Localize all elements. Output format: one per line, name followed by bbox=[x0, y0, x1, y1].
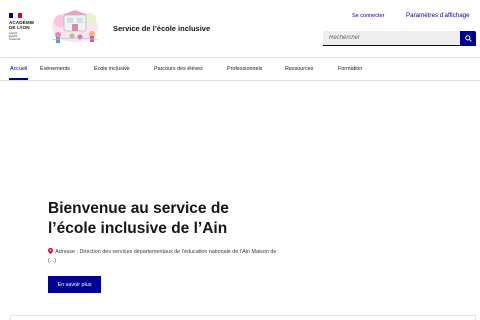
nav-item-accueil[interactable]: Accueil bbox=[8, 58, 29, 80]
display-settings-link[interactable]: Paramètres d’affichage bbox=[406, 12, 470, 19]
nav-item-ressources[interactable]: Ressources bbox=[285, 58, 313, 80]
site-header: ACADÉMIE DE LYON Liberté Égalité Fratern… bbox=[0, 0, 480, 58]
nav-item-formation[interactable]: Formation bbox=[338, 58, 362, 80]
site-title[interactable]: Service de l’école inclusive bbox=[113, 24, 210, 33]
hero-title-line-2: l’école inclusive de l’Ain bbox=[48, 220, 228, 237]
content-card bbox=[10, 315, 476, 320]
republic-motto: Liberté Égalité Fraternité bbox=[9, 32, 21, 42]
learn-more-button[interactable]: En savoir plus bbox=[48, 276, 101, 293]
login-link[interactable]: Se connecter bbox=[352, 13, 384, 19]
nav-item-professionnels[interactable]: Professionnels bbox=[227, 58, 262, 80]
hero-title: Bienvenue au service de l’école inclusiv… bbox=[48, 199, 288, 239]
search-input[interactable] bbox=[323, 31, 460, 46]
academie-name: ACADÉMIE DE LYON bbox=[9, 20, 35, 30]
nav-item-ecole-inclusive[interactable]: École inclusive bbox=[94, 58, 130, 80]
search-button[interactable] bbox=[460, 31, 476, 46]
search-bar bbox=[323, 31, 476, 46]
address-block: Adresse : Direction des services départe… bbox=[48, 248, 280, 266]
main-navigation: Accueil Événements École inclusive Parco… bbox=[0, 57, 480, 81]
address-text: Adresse : Direction des services départe… bbox=[48, 249, 277, 264]
nav-item-evenements[interactable]: Événements bbox=[40, 58, 70, 80]
academie-logo[interactable]: ACADÉMIE DE LYON Liberté Égalité Fratern… bbox=[9, 13, 41, 47]
marianne-flag-icon bbox=[9, 13, 22, 18]
school-illustration-icon bbox=[50, 9, 100, 44]
hero-title-line-1: Bienvenue au service de bbox=[48, 200, 229, 217]
search-icon bbox=[464, 35, 472, 42]
pin-icon bbox=[48, 248, 53, 254]
nav-item-parcours-eleves[interactable]: Parcours des élèves bbox=[154, 58, 203, 80]
